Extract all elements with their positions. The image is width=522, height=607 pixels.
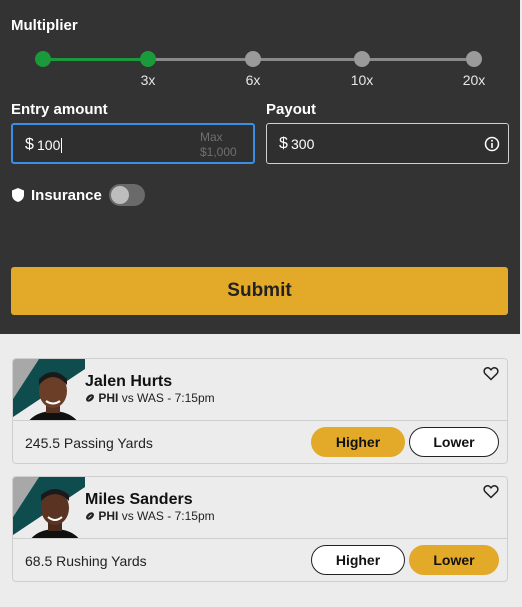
football-icon [85, 510, 95, 520]
payout-field: $ 300 [266, 123, 509, 164]
multiplier-stop-6x[interactable] [245, 51, 261, 67]
submit-button[interactable]: Submit [11, 267, 508, 315]
entry-currency-symbol: $ [25, 136, 34, 153]
entry-max-label: Max [200, 130, 223, 144]
multiplier-start-dot[interactable] [35, 51, 51, 67]
entry-amount-field[interactable]: $ 100 Max $1,000 [11, 123, 255, 164]
payout-label: Payout [266, 101, 317, 118]
prop-line: 68.5 Rushing Yards [25, 553, 147, 569]
game-info: PHI vs WAS - 7:15pm [85, 509, 215, 523]
higher-button[interactable]: Higher [311, 427, 405, 457]
multiplier-track-active [42, 58, 148, 61]
insurance-toggle-knob [111, 186, 129, 204]
heart-icon[interactable] [483, 484, 499, 504]
heart-icon[interactable] [483, 366, 499, 386]
insurance-label: Insurance [31, 187, 102, 204]
lower-button[interactable]: Lower [409, 545, 499, 575]
matchup-text: vs WAS - 7:15pm [121, 509, 215, 523]
multiplier-tick-10x[interactable]: 10x [342, 72, 382, 88]
team-abbr: PHI [98, 509, 119, 523]
team-abbr: PHI [98, 391, 119, 405]
multiplier-tick-6x[interactable]: 6x [233, 72, 273, 88]
card-divider [13, 538, 507, 539]
matchup-text: vs WAS - 7:15pm [121, 391, 215, 405]
entry-amount-label: Entry amount [11, 101, 108, 118]
pick-card-miles-sanders: Miles Sanders PHI vs WAS - 7:15pm 68.5 R… [12, 476, 508, 582]
game-info: PHI vs WAS - 7:15pm [85, 391, 215, 405]
player-avatar [13, 359, 85, 420]
higher-button[interactable]: Higher [311, 545, 405, 575]
player-avatar [13, 477, 85, 538]
info-icon[interactable] [484, 136, 500, 152]
entry-panel: Multiplier 3x 6x 10x 20x Entry amount Pa… [0, 0, 520, 334]
multiplier-stop-20x[interactable] [466, 51, 482, 67]
multiplier-stop-10x[interactable] [354, 51, 370, 67]
football-icon [85, 392, 95, 402]
player-name: Miles Sanders [85, 491, 193, 508]
player-name: Jalen Hurts [85, 373, 173, 390]
multiplier-label: Multiplier [11, 17, 78, 34]
multiplier-tick-20x[interactable]: 20x [454, 72, 494, 88]
pick-card-jalen-hurts: Jalen Hurts PHI vs WAS - 7:15pm 245.5 Pa… [12, 358, 508, 464]
entry-max-value: $1,000 [200, 145, 237, 159]
multiplier-tick-3x[interactable]: 3x [128, 72, 168, 88]
entry-max-hint: Max $1,000 [200, 130, 237, 160]
text-caret [61, 138, 63, 153]
entry-amount-value: 100 [37, 137, 61, 153]
payout-value: 300 [291, 136, 315, 152]
shield-icon [11, 187, 25, 203]
entry-amount-input[interactable]: 100 [37, 137, 63, 153]
multiplier-stop-3x[interactable] [140, 51, 156, 67]
multiplier-track [148, 58, 474, 61]
insurance-toggle[interactable] [109, 184, 145, 206]
payout-currency-symbol: $ [279, 135, 288, 152]
card-divider [13, 420, 507, 421]
lower-button[interactable]: Lower [409, 427, 499, 457]
prop-line: 245.5 Passing Yards [25, 435, 153, 451]
